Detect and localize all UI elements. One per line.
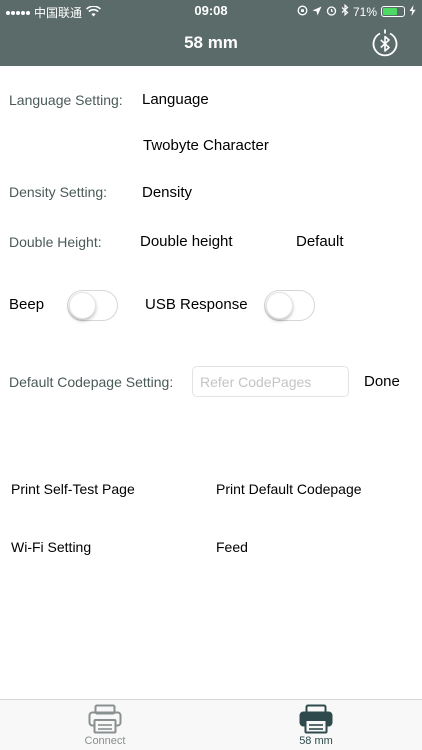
usb-response-toggle-knob [266,292,293,319]
charging-icon [409,4,416,19]
battery-icon [381,6,405,17]
wifi-setting-button[interactable]: Wi-Fi Setting [11,539,91,555]
tab-connect[interactable]: Connect [35,700,175,750]
alarm-icon [326,5,337,19]
tab-connect-label: Connect [84,735,126,747]
usb-response-label: USB Response [145,296,248,313]
beep-label: Beep [9,296,45,313]
double-height-label: Double Height: [9,234,102,250]
density-button[interactable]: Density [142,184,192,201]
status-bar: 中国联通 09:08 71% [0,0,422,22]
orientation-lock-icon [297,5,308,19]
tab-bar: Connect 58 mm [0,699,422,750]
location-icon [312,5,322,19]
language-button[interactable]: Language [142,91,209,108]
printer-icon [299,704,333,739]
tab-58mm-label: 58 mm [299,735,333,747]
bluetooth-status-icon [341,3,349,19]
density-setting-label: Density Setting: [9,184,108,200]
twobyte-character-button[interactable]: Twobyte Character [143,137,269,154]
default-codepage-label: Default Codepage Setting: [9,374,174,390]
printer-icon [88,704,122,739]
navigation-header: 中国联通 09:08 71% 58 mm [0,0,422,66]
double-height-button[interactable]: Double height [140,233,233,250]
feed-button[interactable]: Feed [216,539,248,555]
language-setting-label: Language Setting: [9,92,123,108]
print-self-test-button[interactable]: Print Self-Test Page [11,481,135,497]
default-button[interactable]: Default [296,233,344,250]
page-title: 58 mm [184,33,238,52]
codepage-input-box [192,366,349,397]
print-default-codepage-button[interactable]: Print Default Codepage [216,481,362,497]
beep-toggle-knob [69,292,96,319]
done-button[interactable]: Done [364,373,400,390]
usb-response-toggle[interactable] [264,290,315,321]
codepage-input[interactable] [193,367,348,396]
tab-58mm[interactable]: 58 mm [246,700,386,750]
beep-toggle[interactable] [67,290,118,321]
battery-percent: 71% [352,4,377,19]
bluetooth-icon[interactable] [370,28,400,58]
